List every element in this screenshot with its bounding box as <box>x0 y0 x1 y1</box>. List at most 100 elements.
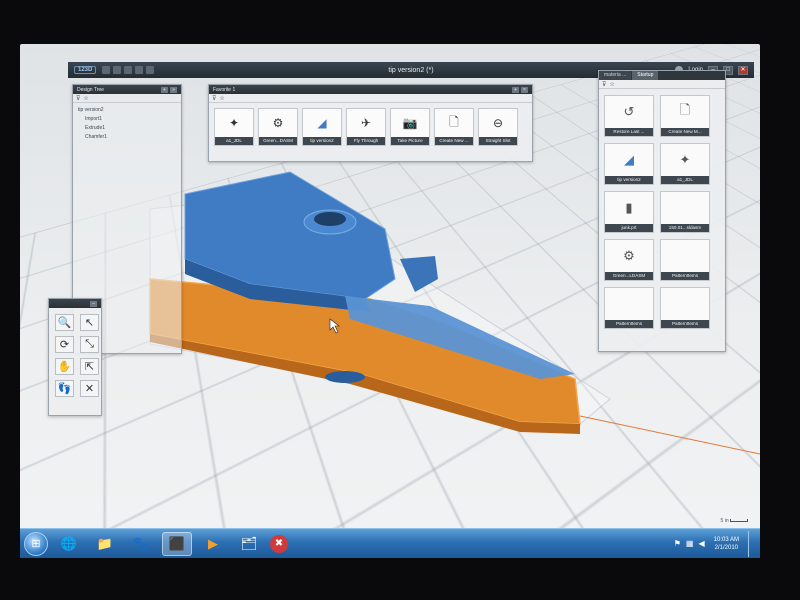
look-icon[interactable]: 👣 <box>55 380 74 397</box>
pin-icon[interactable]: + <box>161 86 168 93</box>
favorites-title: Favorite 1 <box>213 86 236 93</box>
tab-startup[interactable]: Startup <box>632 71 659 80</box>
pin-icon[interactable]: + <box>512 86 519 93</box>
tree-item[interactable]: Chamfer1 <box>78 133 176 142</box>
star-icon[interactable]: ☆ <box>83 95 88 102</box>
save-icon[interactable] <box>124 66 133 74</box>
close-app-icon[interactable]: ✖ <box>270 534 288 553</box>
scale-bar <box>730 519 748 523</box>
app-logo[interactable]: 123D <box>74 66 97 74</box>
assembly-icon: ⚙ <box>272 116 284 130</box>
quick-access-toolbar <box>102 66 155 74</box>
app-icon[interactable]: 🐾 <box>126 532 156 556</box>
filter-icon[interactable]: ⊽ <box>76 95 80 102</box>
navigation-palette-header: – <box>49 299 101 308</box>
tile-label: Green...DASM <box>259 137 297 145</box>
favorite-tile[interactable]: ✦ a1_JDL <box>214 108 254 146</box>
files-icon[interactable]: 🗂 <box>234 532 264 556</box>
startup-tile[interactable]: PatternItems <box>604 287 654 329</box>
clock[interactable]: 10:03 AM 2/1/2010 <box>714 536 739 552</box>
slot-icon: ⊖ <box>492 116 504 130</box>
collapse-icon[interactable]: » <box>170 86 177 93</box>
start-button[interactable]: ⊞ <box>24 531 48 556</box>
favorites-header: Favorite 1 + × <box>209 85 532 94</box>
star-icon[interactable]: ☆ <box>609 81 614 88</box>
startup-tile[interactable]: ↺ Restore Last ... <box>604 95 654 137</box>
select-multi-icon[interactable]: ⤡ <box>80 336 99 353</box>
undo-icon[interactable] <box>135 66 144 74</box>
cylinder-icon: ▮ <box>625 200 633 215</box>
scale-indicator: 5 in <box>721 518 748 524</box>
new-icon[interactable] <box>102 66 111 74</box>
select-icon[interactable]: ↖ <box>80 314 99 331</box>
startup-tile[interactable]: ◢ tip version2 <box>604 143 654 185</box>
tile-label: Straight Slot <box>479 137 517 145</box>
design-tree-header: Design Tree +» <box>73 85 181 94</box>
media-player-icon[interactable]: ▶ <box>198 532 228 556</box>
startup-tile[interactable]: ⚙ Green...LDASM <box>604 239 654 281</box>
navigation-palette: – 🔍 ↖ ⟳ ⤡ ✋ ⇱ 👣 ✕ <box>48 298 102 416</box>
zoom-icon[interactable]: 🔍 <box>55 314 74 331</box>
collapse-icon[interactable]: – <box>90 300 97 307</box>
orbit-icon[interactable]: ⟳ <box>55 336 74 353</box>
volume-icon[interactable]: ◀ <box>698 539 704 548</box>
favorite-tile[interactable]: ✈ Fly Through <box>346 108 386 146</box>
system-tray: ⚑ ▦ ◀ 10:03 AM 2/1/2010 <box>674 530 756 557</box>
tile-label: tip version2 <box>303 137 341 145</box>
favorite-tile[interactable]: 📷 Take Picture <box>390 108 430 146</box>
startup-grid: ↺ Restore Last ... 🗋 Create New M... ◢ tip … <box>599 89 725 335</box>
tile-label: PatternItems <box>661 320 709 328</box>
part-hole <box>314 212 346 226</box>
tile-label: junk.prt <box>605 224 653 232</box>
network-icon[interactable]: ▦ <box>686 539 694 548</box>
tile-label: Green...LDASM <box>605 272 653 280</box>
star-icon[interactable]: ☆ <box>219 95 224 102</box>
design-tree-title: Design Tree <box>77 86 104 93</box>
startup-tabs: materia ... Startup <box>599 71 725 80</box>
assembly-icon: ⚙ <box>623 248 635 263</box>
pattern-icon <box>661 288 709 320</box>
startup-tile[interactable]: 🗋 Create New M... <box>660 95 710 137</box>
browser-icon[interactable]: 🌐 <box>54 532 84 556</box>
new-document-icon: 🗋 <box>449 114 459 129</box>
close-tools-icon[interactable]: ✕ <box>80 380 99 397</box>
tab-materials[interactable]: materia ... <box>599 71 632 80</box>
favorite-tile[interactable]: ⚙ Green...DASM <box>258 108 298 146</box>
favorite-tile[interactable]: ◢ tip version2 <box>302 108 342 146</box>
design-tree-list: tip version2 Import1 Extrude1 Chamfer1 <box>73 103 181 145</box>
tile-label: Take Picture <box>391 137 429 145</box>
flag-icon[interactable]: ⚑ <box>674 539 681 548</box>
startup-tile[interactable]: 150.01...sldasm <box>660 191 710 233</box>
tree-item[interactable]: Extrude1 <box>78 124 176 133</box>
favorites-tiles: ✦ a1_JDL ⚙ Green...DASM ◢ tip version2 ✈ Fly… <box>209 103 532 151</box>
startup-tile[interactable]: PatternItems <box>660 239 710 281</box>
tile-label: tip version2 <box>605 176 653 184</box>
tree-item[interactable]: tip version2 <box>78 106 176 115</box>
part-underside-boss <box>325 371 365 383</box>
part-icon: ✦ <box>679 152 691 167</box>
pan-icon[interactable]: ✋ <box>55 358 74 375</box>
cad-app-icon[interactable]: ⬛ <box>162 531 192 556</box>
tile-label: PatternItems <box>661 272 709 280</box>
move-icon[interactable]: ⇱ <box>80 358 99 375</box>
assembly-icon <box>661 192 709 224</box>
new-document-icon: 🗋 <box>679 102 691 117</box>
filter-icon[interactable]: ⊽ <box>212 95 216 102</box>
startup-tile[interactable]: ▮ junk.prt <box>604 191 654 233</box>
open-icon[interactable] <box>113 66 122 74</box>
show-desktop-button[interactable] <box>748 530 756 557</box>
tree-item[interactable]: Import1 <box>78 115 176 124</box>
scale-label: 5 in <box>720 518 729 524</box>
favorite-tile[interactable]: ⊖ Straight Slot <box>478 108 518 146</box>
redo-icon[interactable] <box>146 66 155 74</box>
startup-tile[interactable]: PatternItems <box>660 287 710 329</box>
startup-tile[interactable]: ✦ a1_JDL <box>660 143 710 185</box>
folder-icon[interactable]: 📁 <box>90 532 120 556</box>
favorite-tile[interactable]: 🗋 Create New ... <box>434 108 474 146</box>
panel-close-icon[interactable]: × <box>521 86 528 93</box>
x-axis-line <box>579 415 760 455</box>
close-button[interactable]: ✕ <box>738 65 748 75</box>
tile-label: Restore Last ... <box>605 128 653 136</box>
filter-icon[interactable]: ⊽ <box>602 81 606 88</box>
startup-tools: ⊽ ☆ <box>599 80 725 89</box>
